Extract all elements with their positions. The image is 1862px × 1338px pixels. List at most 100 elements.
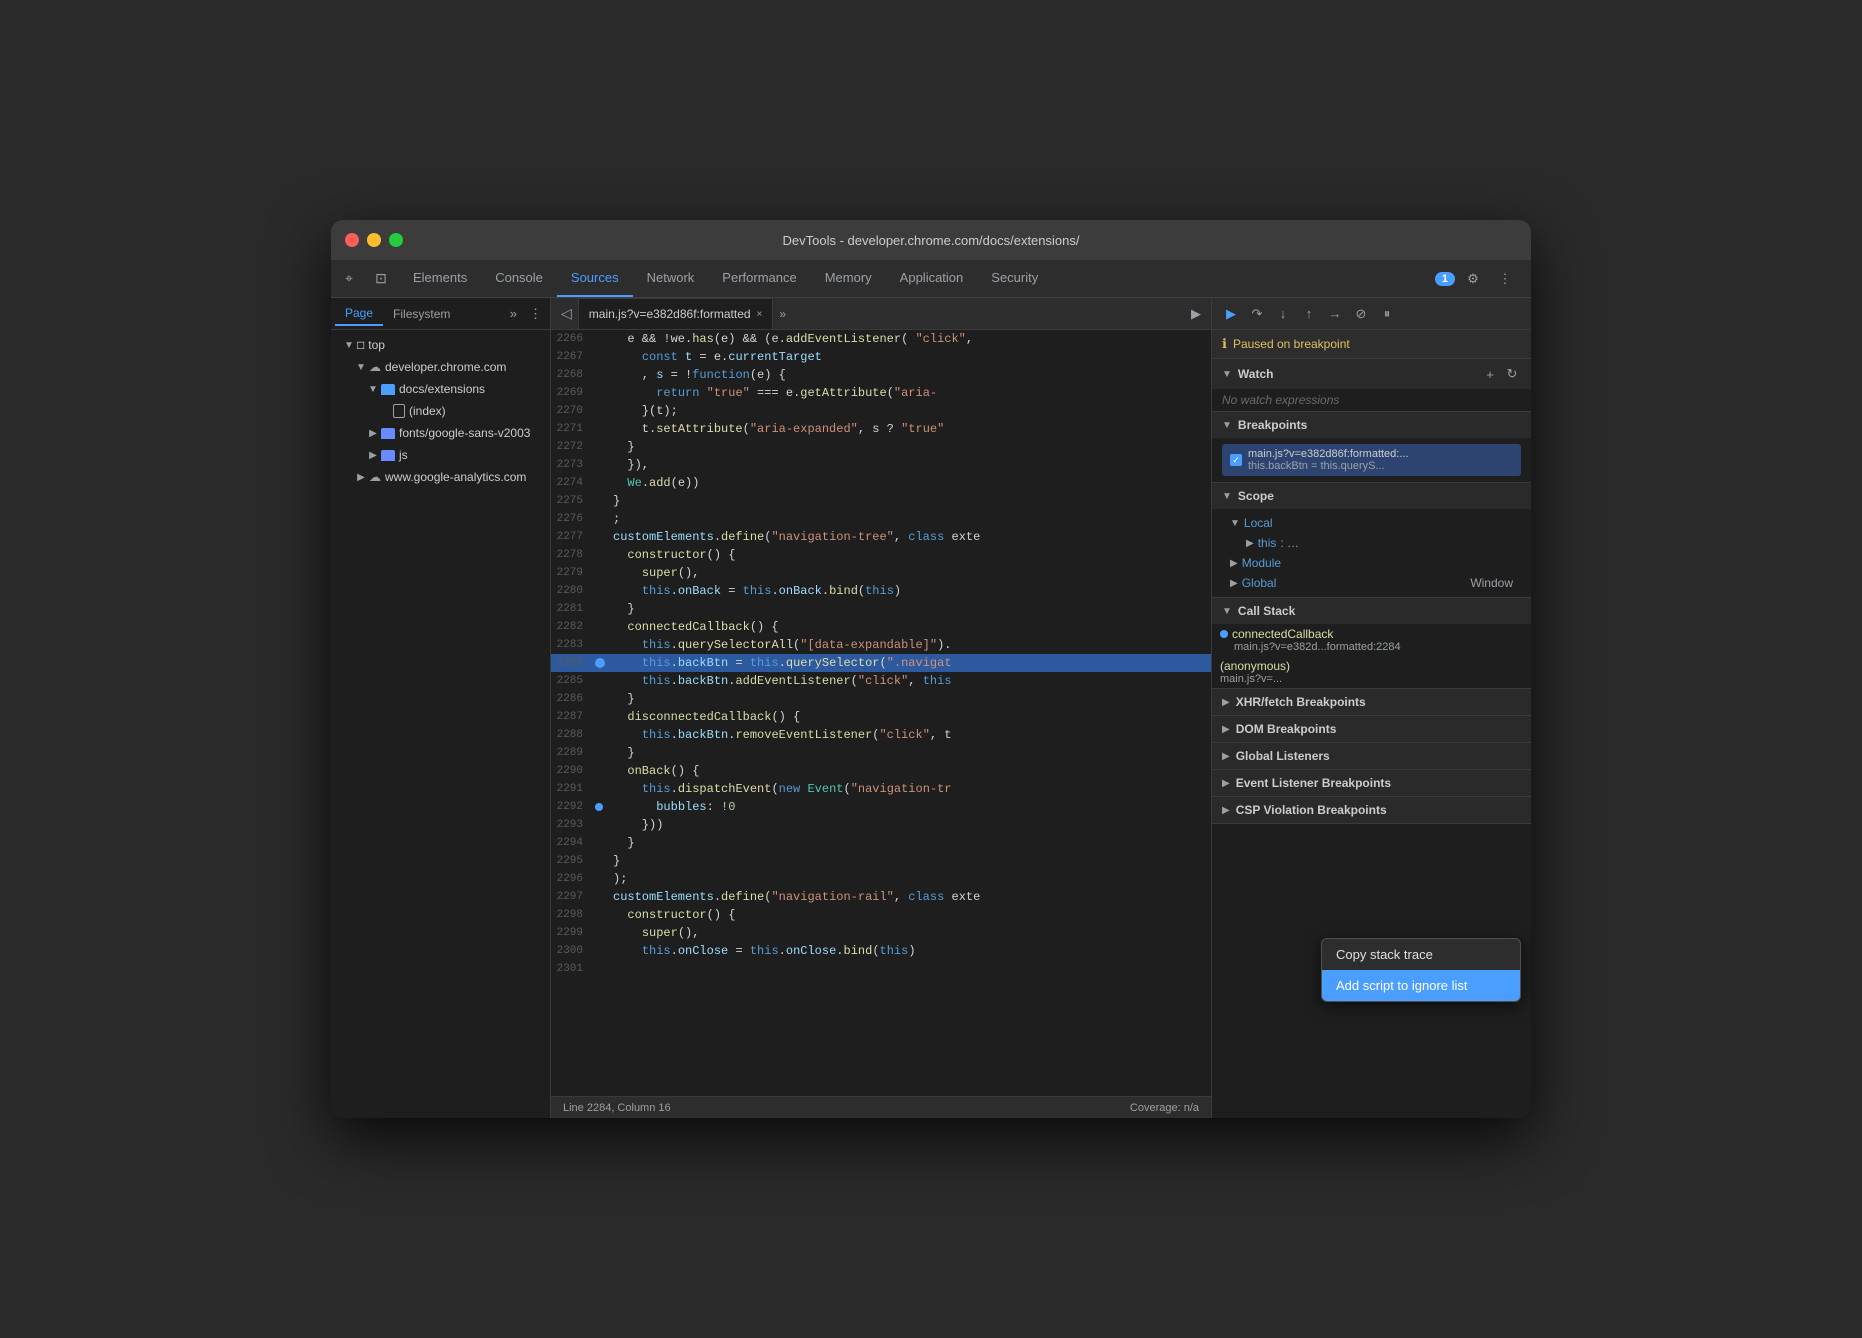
breakpoint-item[interactable]: ✓ main.js?v=e382d86f:formatted:... this.… bbox=[1222, 444, 1521, 476]
event-listener-header[interactable]: ▶ Event Listener Breakpoints bbox=[1212, 770, 1531, 796]
scope-this[interactable]: ▶ this : … bbox=[1222, 533, 1521, 553]
status-coverage: Coverage: n/a bbox=[1130, 1102, 1199, 1114]
event-listener-label: Event Listener Breakpoints bbox=[1236, 776, 1391, 790]
sidebar-add-btn[interactable]: ⋮ bbox=[525, 306, 546, 322]
global-listeners-header[interactable]: ▶ Global Listeners bbox=[1212, 743, 1531, 769]
tab-elements[interactable]: Elements bbox=[399, 260, 481, 297]
csp-section: ▶ CSP Violation Breakpoints bbox=[1212, 797, 1531, 824]
scope-local[interactable]: ▼ Local bbox=[1222, 513, 1521, 533]
tree-item-analytics[interactable]: ▶ ☁ www.google-analytics.com bbox=[331, 466, 550, 488]
watch-add-btn[interactable]: + bbox=[1481, 365, 1499, 383]
scope-module[interactable]: ▶ Module bbox=[1222, 553, 1521, 573]
editor-tabs-bar: ◁ main.js?v=e382d86f:formatted × » ▶ bbox=[551, 298, 1211, 330]
scope-local-toggle: ▼ bbox=[1230, 518, 1240, 529]
editor-run-btn[interactable]: ▶ bbox=[1185, 306, 1207, 322]
code-area[interactable]: 2266 e && !we.has(e) && (e.addEventListe… bbox=[551, 330, 1211, 1096]
expand-toggle[interactable]: ▼ bbox=[343, 339, 355, 351]
step-out-btn[interactable]: ↑ bbox=[1298, 303, 1320, 325]
tree-item-docs[interactable]: ▼ docs/extensions bbox=[331, 378, 550, 400]
cloud-icon-chrome: ☁ bbox=[369, 360, 381, 374]
context-menu-item-copy-stack[interactable]: Copy stack trace bbox=[1322, 939, 1520, 970]
pause-on-exception-btn[interactable]: ⏸ bbox=[1376, 303, 1398, 325]
expand-toggle-analytics[interactable]: ▶ bbox=[355, 471, 367, 483]
code-line-2299: 2299 super(), bbox=[551, 924, 1211, 942]
tab-memory[interactable]: Memory bbox=[811, 260, 886, 297]
cursor-icon[interactable]: ⌖ bbox=[335, 265, 363, 293]
scope-module-toggle: ▶ bbox=[1230, 558, 1238, 569]
editor-tabs-more[interactable]: » bbox=[773, 307, 792, 321]
panel-toggle-icon[interactable]: ⊡ bbox=[367, 265, 395, 293]
deactivate-btn[interactable]: ⊘ bbox=[1350, 303, 1372, 325]
expand-toggle-docs[interactable]: ▼ bbox=[367, 383, 379, 395]
breakpoints-header[interactable]: ▼ Breakpoints bbox=[1212, 412, 1531, 438]
panel-sections: ▼ Watch + ↻ No watch expressions ▼ bbox=[1212, 359, 1531, 1118]
watch-body: No watch expressions bbox=[1212, 389, 1531, 411]
expand-toggle-js[interactable]: ▶ bbox=[367, 449, 379, 461]
tree-label-fonts: fonts/google-sans-v2003 bbox=[399, 426, 530, 440]
code-line-2273: 2273 }), bbox=[551, 456, 1211, 474]
scope-toggle-icon: ▼ bbox=[1222, 491, 1232, 502]
gear-icon[interactable]: ⚙ bbox=[1459, 265, 1487, 293]
close-button[interactable] bbox=[345, 233, 359, 247]
tree-label-top: top bbox=[368, 338, 385, 352]
code-line-2301: 2301 bbox=[551, 960, 1211, 978]
call-stack-section: ▼ Call Stack connectedCallback main.js?v… bbox=[1212, 598, 1531, 689]
step-into-btn[interactable]: ↓ bbox=[1272, 303, 1294, 325]
tab-application[interactable]: Application bbox=[886, 260, 978, 297]
editor-sidebar-toggle[interactable]: ◁ bbox=[555, 305, 578, 322]
sidebar-more-btn[interactable]: » bbox=[506, 306, 521, 321]
code-line-2278: 2278 constructor() { bbox=[551, 546, 1211, 564]
tab-performance[interactable]: Performance bbox=[708, 260, 810, 297]
tab-console[interactable]: Console bbox=[481, 260, 557, 297]
call-stack-label: Call Stack bbox=[1238, 604, 1295, 618]
dom-header[interactable]: ▶ DOM Breakpoints bbox=[1212, 716, 1531, 742]
scope-global[interactable]: ▶ Global Window bbox=[1222, 573, 1521, 593]
tab-network[interactable]: Network bbox=[633, 260, 709, 297]
watch-toggle-icon: ▼ bbox=[1222, 369, 1232, 380]
code-line-2294: 2294 } bbox=[551, 834, 1211, 852]
code-line-2286: 2286 } bbox=[551, 690, 1211, 708]
tree-item-top[interactable]: ▼ □ top bbox=[331, 334, 550, 356]
minimize-button[interactable] bbox=[367, 233, 381, 247]
tab-sources[interactable]: Sources bbox=[557, 260, 633, 297]
watch-header[interactable]: ▼ Watch + ↻ bbox=[1212, 359, 1531, 389]
watch-actions: + ↻ bbox=[1481, 365, 1521, 383]
call-stack-loc-0: main.js?v=e382d...formatted:2284 bbox=[1220, 641, 1523, 653]
watch-section: ▼ Watch + ↻ No watch expressions bbox=[1212, 359, 1531, 412]
xhr-header[interactable]: ▶ XHR/fetch Breakpoints bbox=[1212, 689, 1531, 715]
tree-label-docs: docs/extensions bbox=[399, 382, 485, 396]
breakpoint-checkbox[interactable]: ✓ bbox=[1230, 454, 1242, 466]
dom-toggle-icon: ▶ bbox=[1222, 724, 1230, 735]
scope-header[interactable]: ▼ Scope bbox=[1212, 483, 1531, 509]
expand-toggle-fonts[interactable]: ▶ bbox=[367, 427, 379, 439]
call-stack-item-0[interactable]: connectedCallback main.js?v=e382d...form… bbox=[1212, 624, 1531, 656]
resume-btn[interactable]: ▶ bbox=[1220, 303, 1242, 325]
step-over-btn[interactable]: ↷ bbox=[1246, 303, 1268, 325]
watch-refresh-btn[interactable]: ↻ bbox=[1503, 365, 1521, 383]
sidebar-tab-page[interactable]: Page bbox=[335, 302, 383, 326]
call-stack-header[interactable]: ▼ Call Stack bbox=[1212, 598, 1531, 624]
step-btn[interactable]: → bbox=[1324, 303, 1346, 325]
dom-section: ▶ DOM Breakpoints bbox=[1212, 716, 1531, 743]
tab-security[interactable]: Security bbox=[977, 260, 1052, 297]
global-listeners-label: Global Listeners bbox=[1236, 749, 1330, 763]
more-icon[interactable]: ⋮ bbox=[1491, 265, 1519, 293]
sidebar-tab-filesystem[interactable]: Filesystem bbox=[383, 303, 460, 325]
context-menu-item-ignore[interactable]: Add script to ignore list bbox=[1322, 970, 1520, 1001]
expand-toggle-chrome[interactable]: ▼ bbox=[355, 361, 367, 373]
call-stack-item-1[interactable]: (anonymous) main.js?v=... bbox=[1212, 656, 1531, 688]
main-content: Page Filesystem » ⋮ ▼ □ top ▼ ☁ develope… bbox=[331, 298, 1531, 1118]
console-badge[interactable]: 1 bbox=[1435, 272, 1455, 286]
tree-label-js: js bbox=[399, 448, 408, 462]
code-line-2297: 2297 customElements.define("navigation-r… bbox=[551, 888, 1211, 906]
tree-item-js[interactable]: ▶ js bbox=[331, 444, 550, 466]
csp-header[interactable]: ▶ CSP Violation Breakpoints bbox=[1212, 797, 1531, 823]
maximize-button[interactable] bbox=[389, 233, 403, 247]
tree-item-chrome[interactable]: ▼ ☁ developer.chrome.com bbox=[331, 356, 550, 378]
breakpoints-toggle-icon: ▼ bbox=[1222, 420, 1232, 431]
editor-tab-main[interactable]: main.js?v=e382d86f:formatted × bbox=[578, 298, 774, 329]
tree-item-index[interactable]: (index) bbox=[331, 400, 550, 422]
tree-item-fonts[interactable]: ▶ fonts/google-sans-v2003 bbox=[331, 422, 550, 444]
editor-tab-close[interactable]: × bbox=[757, 309, 763, 320]
sidebar-tree: ▼ □ top ▼ ☁ developer.chrome.com ▼ docs/… bbox=[331, 330, 550, 1118]
